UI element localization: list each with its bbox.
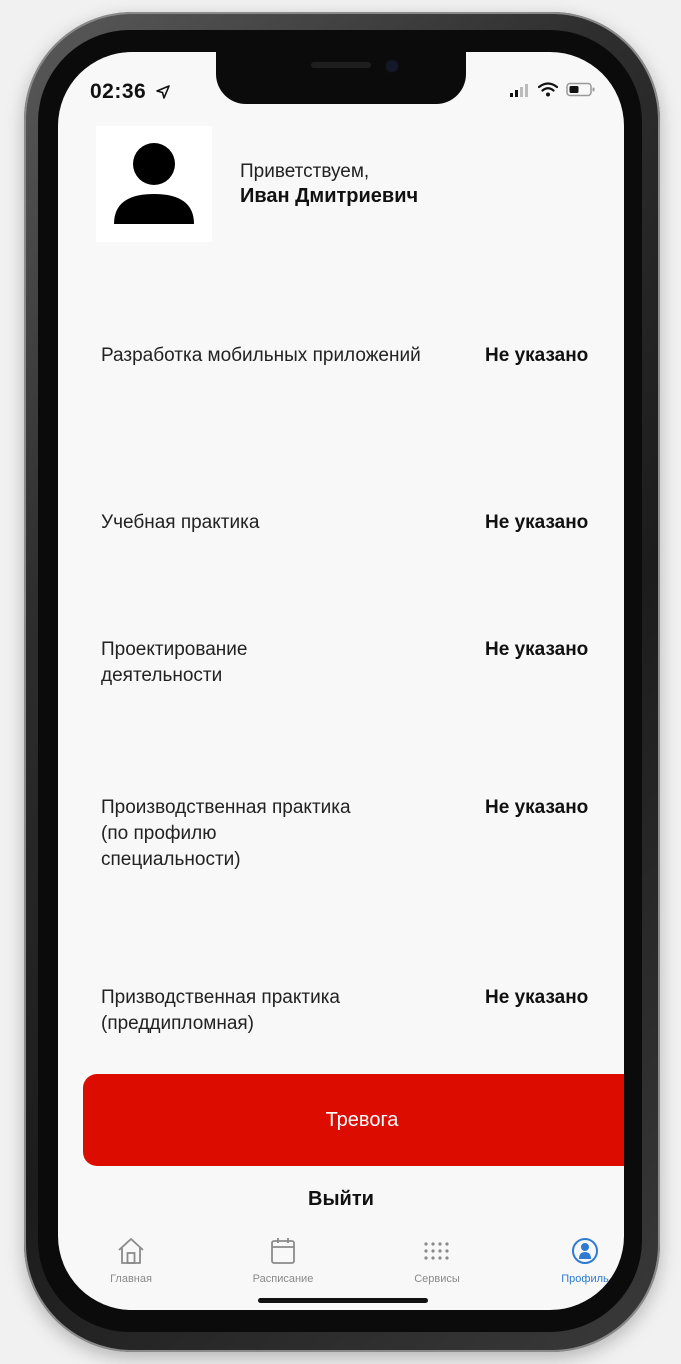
- subject-label: Разработка мобильных приложений: [101, 345, 421, 366]
- grid-icon: [424, 1242, 449, 1260]
- tab-home[interactable]: Главная: [76, 1236, 186, 1285]
- tab-label: Расписание: [252, 1273, 314, 1285]
- tab-profile[interactable]: Профиль: [530, 1236, 624, 1285]
- calendar-icon: [271, 1238, 295, 1264]
- tab-label: Профиль: [561, 1273, 609, 1285]
- greeting-text: Приветствуем,: [240, 161, 370, 182]
- subject-label: Призводственная практика (преддипломная): [101, 987, 340, 1034]
- status-time: 02:36: [90, 80, 170, 104]
- status-icons: [510, 82, 596, 97]
- subject-value: Не указано: [485, 639, 589, 660]
- avatar: [96, 126, 212, 242]
- app-screen: 02:36 Приветствуем, Иван Дмитриевич Разр…: [58, 52, 624, 1310]
- location-arrow-icon: [155, 85, 170, 99]
- greeting-block: Приветствуем, Иван Дмитриевич: [240, 160, 418, 208]
- battery-icon: [566, 82, 595, 97]
- tab-label: Сервисы: [414, 1273, 460, 1285]
- subject-value: Не указано: [485, 797, 589, 818]
- speaker-grille: [311, 62, 371, 68]
- front-camera: [386, 60, 398, 72]
- tab-label: Главная: [110, 1273, 152, 1285]
- subject-value: Не указано: [485, 345, 589, 366]
- tab-schedule[interactable]: Расписание: [228, 1236, 338, 1285]
- subject-value: Не указано: [485, 512, 589, 533]
- user-name: Иван Дмитриевич: [240, 185, 419, 207]
- subject-label: Проектирование деятельности: [101, 639, 248, 686]
- home-icon: [118, 1238, 144, 1264]
- subject-value: Не указано: [485, 987, 589, 1008]
- person-icon: [114, 143, 194, 224]
- tab-services[interactable]: Сервисы: [382, 1236, 492, 1285]
- logout-button[interactable]: Выйти: [241, 1188, 441, 1211]
- notch: [216, 52, 466, 104]
- device-mockup: 02:36 Приветствуем, Иван Дмитриевич Разр…: [0, 0, 681, 1364]
- wifi-icon: [538, 82, 558, 97]
- subject-label: Учебная практика: [101, 512, 260, 533]
- status-time-text: 02:36: [90, 80, 147, 103]
- alarm-button[interactable]: Тревога: [83, 1074, 624, 1166]
- subject-label: Производственная практика (по профилю сп…: [101, 797, 351, 870]
- profile-icon: [572, 1238, 598, 1264]
- home-indicator[interactable]: [258, 1298, 428, 1303]
- cellular-signal-icon: [510, 83, 528, 97]
